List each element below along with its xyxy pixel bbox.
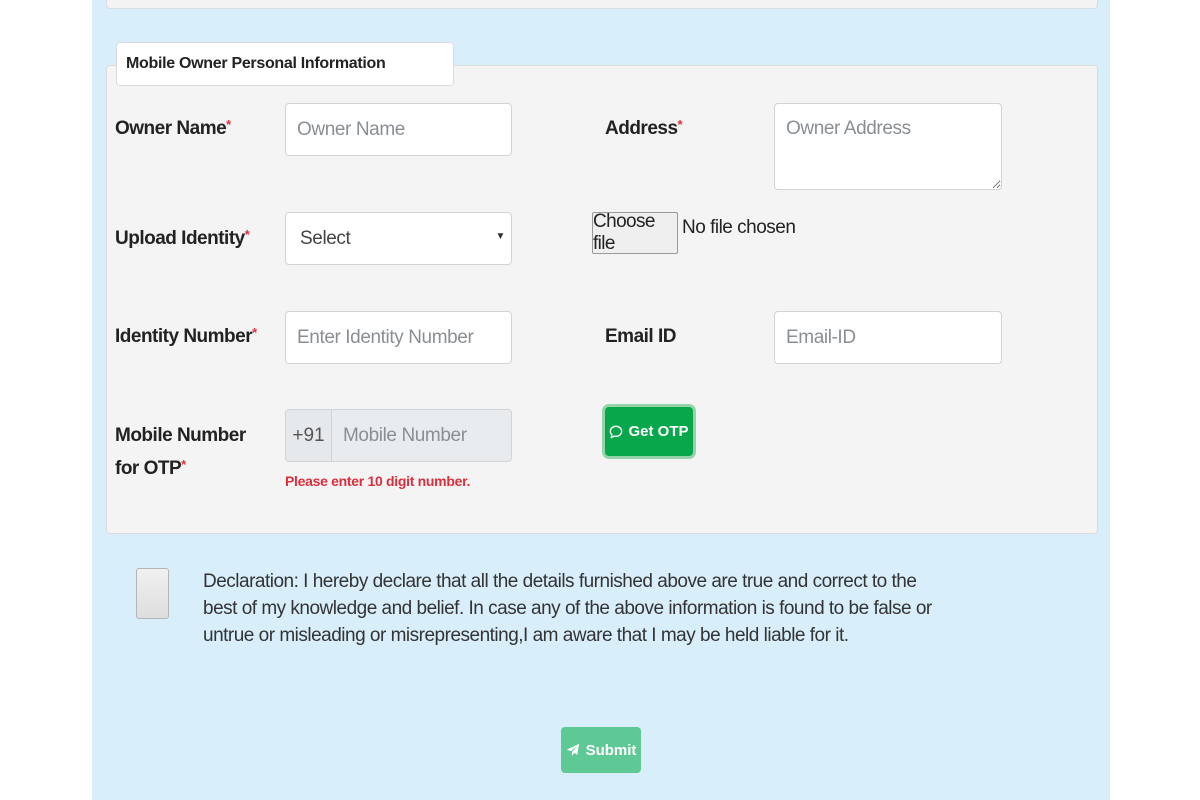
section-title: Mobile Owner Personal Information bbox=[116, 42, 454, 86]
required-marker: * bbox=[252, 325, 257, 340]
country-code-prefix: +91 bbox=[285, 409, 332, 462]
required-marker: * bbox=[677, 117, 683, 132]
get-otp-button[interactable]: Get OTP bbox=[605, 407, 693, 456]
submit-button[interactable]: Submit bbox=[561, 727, 641, 773]
owner-name-label-text: Owner Name bbox=[115, 118, 227, 139]
identity-number-label-text: Identity Number bbox=[115, 326, 253, 347]
mobile-error-message: Please enter 10 digit number. bbox=[285, 473, 471, 489]
address-label: Address* bbox=[605, 112, 683, 145]
identity-type-selected: Select bbox=[300, 227, 351, 249]
required-marker: * bbox=[244, 227, 250, 242]
identity-number-input[interactable] bbox=[285, 311, 512, 364]
declaration-text: Declaration: I hereby declare that all t… bbox=[203, 571, 932, 646]
required-marker: * bbox=[226, 117, 231, 132]
submit-label: Submit bbox=[585, 741, 637, 759]
chat-bubble-icon bbox=[610, 425, 623, 438]
declaration-checkbox[interactable] bbox=[136, 568, 169, 619]
dropdown-caret-icon: ▼ bbox=[495, 231, 506, 242]
choose-file-button[interactable]: Choose file bbox=[592, 211, 678, 254]
required-marker: * bbox=[181, 457, 186, 472]
owner-name-label: Owner Name* bbox=[115, 112, 231, 145]
mobile-number-placeholder: Mobile Number bbox=[343, 424, 467, 446]
upload-identity-label: Upload Identity* bbox=[115, 222, 250, 255]
previous-section-panel bbox=[106, 0, 1098, 9]
file-status-text: No file chosen bbox=[682, 217, 796, 238]
section-title-text: Mobile Owner Personal Information bbox=[126, 55, 386, 72]
identity-number-label: Identity Number* bbox=[115, 320, 257, 353]
identity-type-select[interactable]: Select ▼ bbox=[285, 212, 512, 265]
get-otp-label: Get OTP bbox=[628, 423, 689, 440]
address-textarea[interactable] bbox=[774, 103, 1002, 190]
email-label-text: Email ID bbox=[605, 326, 676, 347]
upload-identity-label-text: Upload Identity bbox=[115, 228, 245, 249]
address-label-text: Address bbox=[605, 118, 678, 139]
email-input[interactable] bbox=[774, 311, 1002, 364]
owner-name-input[interactable] bbox=[285, 103, 512, 156]
email-label: Email ID bbox=[605, 320, 676, 353]
mobile-label: Mobile Number for OTP* bbox=[115, 419, 265, 485]
choose-file-label: Choose file bbox=[593, 211, 655, 254]
mobile-number-input[interactable]: Mobile Number bbox=[331, 409, 512, 462]
paper-plane-icon bbox=[566, 743, 579, 756]
